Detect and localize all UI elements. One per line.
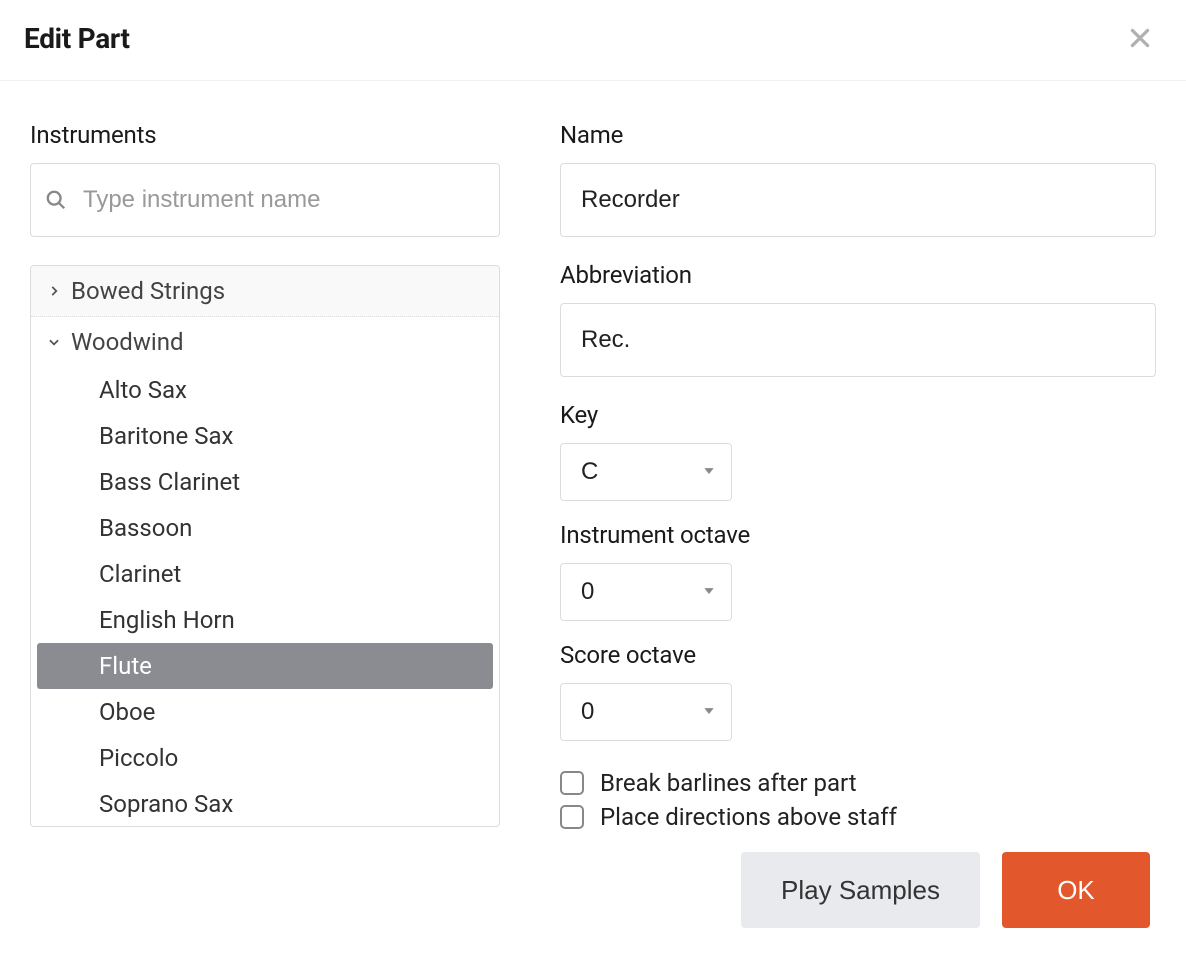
instrument-octave-select[interactable]: 0 [560, 563, 732, 621]
tree-item[interactable]: Oboe [31, 689, 499, 735]
search-input[interactable] [81, 185, 485, 215]
tree-item[interactable]: Bassoon [31, 505, 499, 551]
key-select-button[interactable]: C [560, 443, 732, 501]
tree-item-selected[interactable]: Flute [37, 643, 493, 689]
instrument-octave-label: Instrument octave [560, 521, 1156, 549]
tree-item[interactable]: Piccolo [31, 735, 499, 781]
tree-item[interactable]: Alto Sax [31, 367, 499, 413]
dialog-body: Instruments Bowed Strings Woodwind Alto [0, 81, 1186, 837]
chevron-right-icon [47, 284, 61, 298]
checkbox-label: Break barlines after part [600, 769, 857, 797]
tree-item[interactable]: Baritone Sax [31, 413, 499, 459]
score-octave-label: Score octave [560, 641, 1156, 669]
instrument-tree[interactable]: Bowed Strings Woodwind Alto Sax Baritone… [30, 265, 500, 827]
place-directions-checkbox[interactable]: Place directions above staff [560, 803, 1156, 831]
tree-item[interactable]: Soprano Sax [31, 781, 499, 827]
dialog-header: Edit Part [0, 0, 1186, 81]
tree-item[interactable]: Bass Clarinet [31, 459, 499, 505]
tree-item[interactable]: English Horn [31, 597, 499, 643]
checkbox-icon [560, 771, 584, 795]
dialog-footer: Play Samples OK [741, 852, 1150, 928]
key-select[interactable]: C [560, 443, 732, 501]
abbreviation-field[interactable] [560, 303, 1156, 377]
tree-item[interactable]: Clarinet [31, 551, 499, 597]
tree-group-bowed-strings[interactable]: Bowed Strings [31, 266, 499, 317]
checkbox-label: Place directions above staff [600, 803, 897, 831]
instruments-panel: Instruments Bowed Strings Woodwind Alto [30, 121, 500, 837]
tree-group-woodwind[interactable]: Woodwind [31, 317, 499, 367]
score-octave-select[interactable]: 0 [560, 683, 732, 741]
chevron-down-icon [47, 335, 61, 349]
woodwind-items: Alto Sax Baritone Sax Bass Clarinet Bass… [31, 367, 499, 827]
key-label: Key [560, 401, 1156, 429]
name-field[interactable] [560, 163, 1156, 237]
checkbox-icon [560, 805, 584, 829]
part-details-panel: Name Abbreviation Key C Instrument octav… [560, 121, 1156, 837]
score-octave-button[interactable]: 0 [560, 683, 732, 741]
tree-group-label: Woodwind [71, 328, 184, 356]
edit-part-dialog: Edit Part Instruments Bowed Strings [0, 0, 1186, 964]
instrument-search[interactable] [30, 163, 500, 237]
close-icon[interactable] [1122, 20, 1158, 56]
play-samples-button[interactable]: Play Samples [741, 852, 980, 928]
instrument-octave-button[interactable]: 0 [560, 563, 732, 621]
ok-button[interactable]: OK [1002, 852, 1150, 928]
instruments-label: Instruments [30, 121, 500, 149]
abbreviation-label: Abbreviation [560, 261, 1156, 289]
name-label: Name [560, 121, 1156, 149]
tree-group-label: Bowed Strings [71, 277, 225, 305]
search-icon [45, 189, 67, 211]
break-barlines-checkbox[interactable]: Break barlines after part [560, 769, 1156, 797]
dialog-title: Edit Part [24, 22, 130, 55]
